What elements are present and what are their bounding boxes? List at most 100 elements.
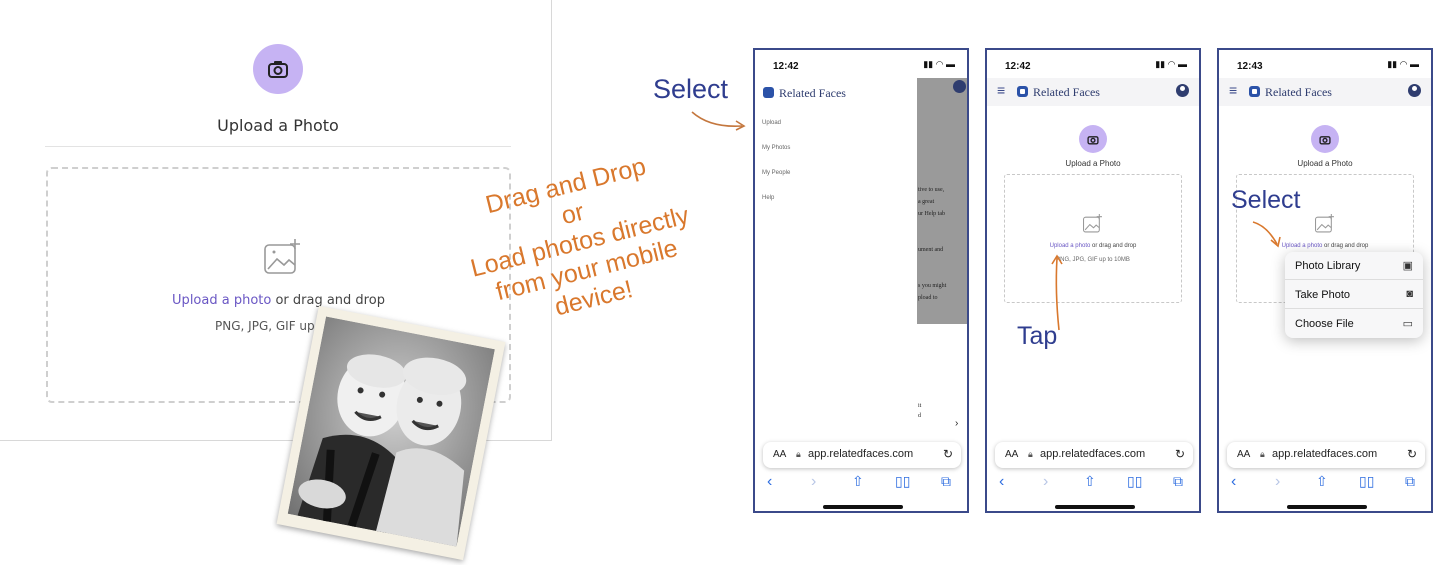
tabs-icon[interactable]: ⧉ bbox=[941, 473, 951, 490]
arrow-icon bbox=[691, 111, 746, 131]
camera-icon[interactable] bbox=[1079, 125, 1107, 153]
logo-icon bbox=[1017, 86, 1028, 97]
back-icon[interactable]: ‹ bbox=[999, 473, 1004, 491]
lock-icon: 🔒︎ bbox=[796, 449, 801, 459]
back-icon[interactable]: ‹ bbox=[1231, 473, 1236, 491]
overlay-text: a great bbox=[918, 199, 935, 205]
overlay-text: pload to bbox=[918, 295, 938, 301]
share-icon[interactable]: ⇧ bbox=[1084, 473, 1096, 490]
phone-picker-screen: 12:43 ▮▮ ◠ ▬ ≡ Related Faces Upload a Ph… bbox=[1217, 48, 1433, 513]
phone-menu-screen: 12:42 ▮▮ ◠ ▬ tive to use, a great ur Hel… bbox=[753, 48, 969, 513]
lock-icon: 🔒︎ bbox=[1028, 449, 1033, 459]
status-time: 12:43 bbox=[1237, 61, 1263, 72]
status-time: 12:42 bbox=[773, 61, 799, 72]
upload-link[interactable]: Upload a photo bbox=[172, 293, 271, 308]
user-icon[interactable] bbox=[1408, 84, 1421, 97]
status-bar: 12:43 ▮▮ ◠ ▬ bbox=[1219, 50, 1431, 78]
home-indicator bbox=[823, 505, 903, 509]
text-size-button[interactable]: AA bbox=[773, 449, 786, 460]
file-source-menu: Photo Library ▣ Take Photo ◙ Choose File… bbox=[1285, 252, 1423, 338]
forward-icon[interactable]: › bbox=[811, 473, 816, 491]
share-icon[interactable]: ⇧ bbox=[852, 473, 864, 490]
menu-label: Choose File bbox=[1295, 318, 1354, 330]
url-text[interactable]: app.relatedfaces.com bbox=[1040, 448, 1145, 460]
annotation-select-1: Select bbox=[653, 74, 729, 104]
upload-title: Upload a Photo bbox=[1297, 159, 1353, 168]
url-text[interactable]: app.relatedfaces.com bbox=[808, 448, 913, 460]
menu-choose-file[interactable]: Choose File ▭ bbox=[1285, 310, 1423, 338]
annotation-tap: Tap bbox=[1017, 322, 1058, 350]
bookmarks-icon[interactable]: ▯▯ bbox=[1127, 473, 1142, 490]
menu-item-my-people[interactable]: My People bbox=[762, 170, 790, 176]
bookmarks-icon[interactable]: ▯▯ bbox=[895, 473, 910, 490]
browser-toolbar: ‹ › ⇧ ▯▯ ⧉ bbox=[987, 470, 1199, 496]
hamburger-menu-icon[interactable]: ≡ bbox=[1229, 82, 1237, 98]
bookmarks-icon[interactable]: ▯▯ bbox=[1359, 473, 1374, 490]
photo-library-icon: ▣ bbox=[1402, 260, 1413, 272]
menu-label: Photo Library bbox=[1295, 260, 1361, 272]
reload-icon[interactable]: ↻ bbox=[1407, 447, 1417, 461]
menu-photo-library[interactable]: Photo Library ▣ bbox=[1285, 252, 1423, 280]
reload-icon[interactable]: ↻ bbox=[943, 447, 953, 461]
upload-rest: or drag and drop bbox=[271, 293, 385, 308]
overlay-text: tive to use, bbox=[918, 187, 945, 193]
child-photo bbox=[276, 305, 506, 561]
upload-rest: or drag and drop bbox=[1090, 243, 1137, 249]
address-bar[interactable]: AA 🔒︎ app.relatedfaces.com ↻ bbox=[995, 442, 1193, 468]
url-text[interactable]: app.relatedfaces.com bbox=[1272, 448, 1377, 460]
user-icon[interactable] bbox=[953, 80, 966, 93]
page-content bbox=[917, 334, 967, 448]
tabs-icon[interactable]: ⧉ bbox=[1173, 473, 1183, 490]
drop-zone[interactable]: Upload a photo or drag and drop PNG, JPG… bbox=[1004, 174, 1182, 303]
camera-icon: ◙ bbox=[1406, 288, 1413, 300]
text-size-button[interactable]: AA bbox=[1237, 449, 1250, 460]
address-bar[interactable]: AA 🔒︎ app.relatedfaces.com ↻ bbox=[1227, 442, 1425, 468]
overlay-text: ument and bbox=[918, 247, 944, 253]
address-bar[interactable]: AA 🔒︎ app.relatedfaces.com ↻ bbox=[763, 442, 961, 468]
hamburger-menu-icon[interactable]: ≡ bbox=[997, 82, 1005, 98]
overlay-text: it bbox=[918, 403, 922, 409]
folder-icon: ▭ bbox=[1402, 318, 1413, 330]
reload-icon[interactable]: ↻ bbox=[1175, 447, 1185, 461]
text-size-button[interactable]: AA bbox=[1005, 449, 1018, 460]
home-indicator bbox=[1287, 505, 1367, 509]
status-bar: 12:42 ▮▮ ◠ ▬ bbox=[987, 50, 1199, 78]
menu-item-my-photos[interactable]: My Photos bbox=[762, 145, 790, 151]
brand-name: Related Faces bbox=[1033, 85, 1100, 99]
browser-toolbar: ‹ › ⇧ ▯▯ ⧉ bbox=[755, 470, 967, 496]
file-hint: PNG, JPG, GIF up to 10MB bbox=[1056, 257, 1130, 263]
brand-name: Related Faces bbox=[779, 86, 846, 100]
back-icon[interactable]: ‹ bbox=[767, 473, 772, 491]
upload-title: Upload a Photo bbox=[1065, 159, 1121, 168]
lock-icon: 🔒︎ bbox=[1260, 449, 1265, 459]
user-icon[interactable] bbox=[1176, 84, 1189, 97]
app-header: ≡ Related Faces bbox=[1219, 78, 1431, 106]
app-header: ≡ Related Faces bbox=[987, 78, 1199, 106]
side-menu: Related Faces Upload My Photos My People… bbox=[755, 78, 917, 448]
divider bbox=[45, 146, 511, 147]
phone-upload-screen: 12:42 ▮▮ ◠ ▬ ≡ Related Faces Upload a Ph… bbox=[985, 48, 1201, 513]
arrow-icon bbox=[1051, 254, 1063, 331]
forward-icon[interactable]: › bbox=[1275, 473, 1280, 491]
overlay-text: s you might bbox=[918, 283, 947, 289]
status-time: 12:42 bbox=[1005, 61, 1031, 72]
menu-take-photo[interactable]: Take Photo ◙ bbox=[1285, 281, 1423, 309]
overlay-text: d bbox=[918, 413, 921, 419]
annotation-select-3: Select bbox=[1231, 186, 1301, 214]
overlay-text: ur Help tab bbox=[918, 211, 945, 217]
chevron-right-icon[interactable]: › bbox=[955, 418, 958, 429]
logo-icon bbox=[1249, 86, 1260, 97]
forward-icon[interactable]: › bbox=[1043, 473, 1048, 491]
upload-link[interactable]: Upload a photo bbox=[1050, 243, 1091, 249]
signal-wifi-battery-icon: ▮▮ ◠ ▬ bbox=[1155, 59, 1187, 69]
share-icon[interactable]: ⇧ bbox=[1316, 473, 1328, 490]
menu-item-upload[interactable]: Upload bbox=[762, 120, 781, 126]
tabs-icon[interactable]: ⧉ bbox=[1405, 473, 1415, 490]
image-icon bbox=[1315, 213, 1335, 238]
logo-icon bbox=[763, 87, 774, 98]
camera-icon[interactable] bbox=[1311, 125, 1339, 153]
camera-icon[interactable] bbox=[253, 44, 303, 94]
upload-title: Upload a Photo bbox=[217, 116, 339, 135]
browser-toolbar: ‹ › ⇧ ▯▯ ⧉ bbox=[1219, 470, 1431, 496]
menu-item-help[interactable]: Help bbox=[762, 195, 774, 201]
